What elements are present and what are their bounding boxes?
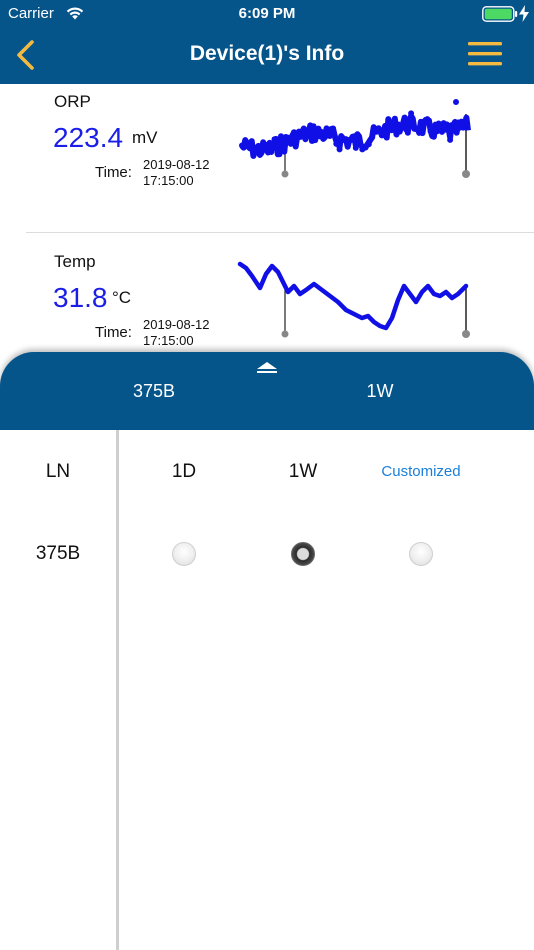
column-header-1w[interactable]: 1W bbox=[263, 461, 343, 483]
hamburger-menu-icon[interactable] bbox=[466, 38, 504, 70]
sparkline-point bbox=[248, 140, 255, 147]
sparkline-endpoint bbox=[462, 170, 470, 178]
radio-1d[interactable] bbox=[172, 542, 196, 566]
sparkline-line bbox=[237, 261, 469, 331]
timestamp-clock: 17:15:00 bbox=[143, 333, 194, 348]
sparkline-point bbox=[333, 140, 340, 147]
column-header-ln: LN bbox=[45, 461, 71, 482]
sparkline-point bbox=[274, 148, 281, 155]
sparkline-point bbox=[408, 110, 415, 117]
sparkline-point bbox=[287, 140, 294, 147]
sparkline-point bbox=[252, 149, 259, 156]
timestamp-date: 2019-08-12 bbox=[143, 317, 210, 332]
sparkline-point bbox=[268, 149, 275, 156]
time-label: Time: bbox=[95, 164, 132, 181]
sparkline-point bbox=[398, 122, 405, 129]
sensor-orp[interactable]: ORP 223.4 mV Time: 2019-08-12 17:15:00 bbox=[0, 84, 534, 232]
sensor-name: ORP bbox=[54, 92, 91, 111]
sparkline-point bbox=[404, 129, 411, 136]
timestamp-clock: 17:15:00 bbox=[143, 173, 194, 188]
sparkline-endpoint bbox=[281, 330, 289, 338]
temp-sparkline bbox=[237, 261, 470, 338]
selection-sheet: LN 1D 1W Customized 375B bbox=[0, 430, 534, 950]
sparkline-point bbox=[304, 128, 311, 135]
sparkline-point bbox=[284, 134, 291, 141]
orp-sparkline bbox=[239, 99, 471, 178]
timestamp: 2019-08-12 17:15:00 bbox=[143, 157, 210, 189]
column-divider bbox=[116, 430, 119, 950]
sparkline-point bbox=[271, 136, 278, 143]
status-time: 6:09 PM bbox=[238, 5, 296, 22]
app-screen: Carrier 6:09 PM Device(1)'s Info ORP 223… bbox=[0, 0, 534, 950]
sparkline-point bbox=[447, 136, 454, 143]
column-header-1d[interactable]: 1D bbox=[144, 461, 224, 483]
sensor-unit: mV bbox=[132, 128, 158, 147]
status-bar: Carrier 6:09 PM bbox=[0, 0, 534, 28]
timestamp: 2019-08-12 17:15:00 bbox=[143, 317, 210, 349]
sparkline-point bbox=[401, 116, 408, 123]
sparkline-point bbox=[463, 115, 470, 122]
sparkline-point bbox=[330, 125, 337, 132]
sparkline-point bbox=[323, 127, 330, 134]
charging-bolt-icon bbox=[519, 5, 529, 22]
sparkline-point bbox=[385, 116, 392, 123]
radio-1w[interactable] bbox=[291, 542, 315, 566]
sparkline-point bbox=[356, 133, 363, 140]
divider bbox=[26, 232, 534, 233]
sparkline-point bbox=[326, 133, 333, 140]
sparkline-point bbox=[336, 146, 343, 153]
sparkline-point bbox=[430, 131, 437, 138]
selection-sheet-header[interactable]: 375B 1W bbox=[0, 352, 534, 430]
sparkline-point bbox=[352, 144, 359, 151]
sparkline-point bbox=[460, 122, 467, 129]
sparkline-point bbox=[382, 123, 389, 130]
sparkline-point bbox=[281, 147, 288, 154]
sparkline-point bbox=[278, 133, 285, 140]
sparkline-point bbox=[453, 99, 459, 105]
sparkline-point bbox=[310, 123, 317, 130]
sparkline-point bbox=[297, 133, 304, 140]
sparkline-point bbox=[365, 141, 372, 148]
sparkline-point bbox=[369, 134, 376, 141]
sensor-value: 223.4 bbox=[53, 122, 124, 153]
page-title: Device(1)'s Info bbox=[189, 42, 345, 65]
sensor-unit: °C bbox=[112, 288, 132, 307]
timestamp-date: 2019-08-12 bbox=[143, 157, 210, 172]
sensor-name: Temp bbox=[54, 252, 96, 271]
sensor-temp[interactable]: Temp 31.8 °C Time: 2019-08-12 17:15:00 bbox=[0, 244, 534, 352]
sparkline-endpoint bbox=[281, 170, 289, 178]
selected-range: 1W bbox=[366, 381, 394, 401]
sparkline-point bbox=[378, 132, 385, 139]
sparkline-endpoint bbox=[462, 330, 470, 338]
time-label: Time: bbox=[95, 324, 132, 341]
column-header-customized[interactable]: Customized bbox=[366, 463, 476, 480]
sparkline-point bbox=[320, 135, 327, 142]
selected-ln: 375B bbox=[132, 381, 176, 401]
sparkline-point bbox=[388, 127, 395, 134]
sensor-value: 31.8 bbox=[53, 282, 108, 313]
row-ln-label: 375B bbox=[35, 543, 81, 564]
sparkline-point bbox=[424, 116, 431, 123]
sparkline-point bbox=[443, 121, 450, 128]
battery-icon bbox=[482, 6, 518, 22]
sparkline-point bbox=[349, 135, 356, 142]
radio-customized[interactable] bbox=[409, 542, 433, 566]
top-bar: Carrier 6:09 PM Device(1)'s Info bbox=[0, 0, 534, 84]
caret-up-icon[interactable] bbox=[255, 360, 279, 374]
